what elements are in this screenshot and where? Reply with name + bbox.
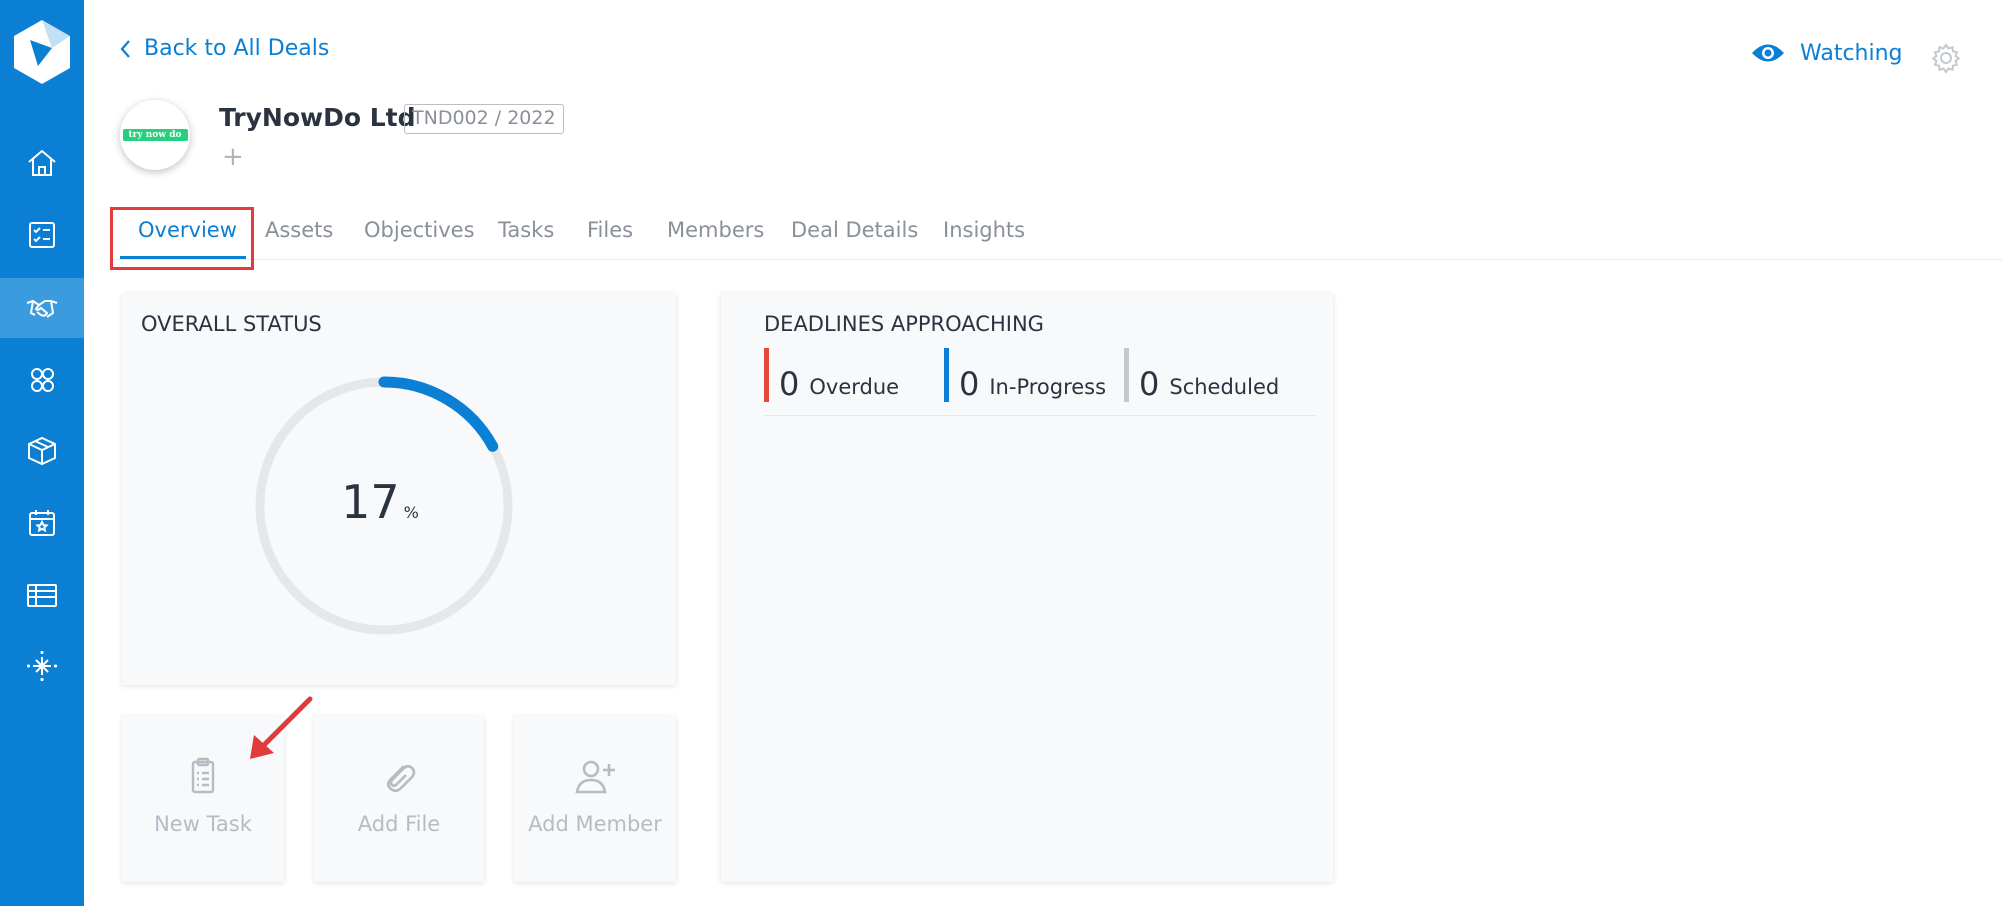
checklist-icon (29, 222, 55, 248)
in-progress-count: 0 (959, 365, 980, 403)
box-icon (28, 436, 56, 466)
add-member-button[interactable]: Add Member (514, 716, 676, 882)
watching-label: Watching (1800, 40, 1903, 66)
deal-code-badge: TND002 / 2022 (404, 104, 564, 134)
back-to-deals-link[interactable]: Back to All Deals (118, 36, 329, 61)
watching-toggle[interactable]: Watching (1750, 40, 1903, 66)
tab-files[interactable]: Files (587, 218, 633, 242)
overdue-color-bar (764, 348, 769, 402)
paperclip-icon (386, 764, 416, 793)
sidebar (0, 0, 84, 906)
sidebar-item-calendar[interactable] (0, 493, 84, 553)
add-member-label: Add Member (528, 812, 662, 836)
table-icon (27, 584, 57, 607)
annotation-arrow-icon (250, 696, 313, 759)
sidebar-item-home[interactable] (0, 133, 84, 193)
sidebar-item-assets[interactable] (0, 421, 84, 481)
tab-tasks[interactable]: Tasks (498, 218, 554, 242)
new-task-label: New Task (154, 812, 252, 836)
status-value: 17 (341, 475, 400, 529)
app-logo-icon[interactable] (8, 18, 76, 86)
overall-status-title: OVERALL STATUS (141, 312, 322, 336)
gear-icon[interactable] (1930, 42, 1962, 74)
sidebar-item-table[interactable] (0, 565, 84, 625)
sidebar-item-contacts[interactable] (0, 350, 84, 410)
in-progress-label: In-Progress (989, 375, 1107, 399)
scheduled-label: Scheduled (1169, 375, 1280, 399)
sparkle-grid-icon (27, 651, 57, 681)
status-unit: % (403, 503, 419, 522)
sidebar-item-insights[interactable] (0, 636, 84, 696)
scheduled-color-bar (1124, 348, 1129, 402)
deadline-overdue[interactable]: 0 Overdue (764, 348, 899, 402)
tab-assets[interactable]: Assets (265, 218, 333, 242)
calendar-star-icon (29, 510, 55, 536)
contacts-icon (31, 368, 54, 392)
in-progress-color-bar (944, 348, 949, 402)
add-user-icon (575, 760, 615, 794)
company-name: TryNowDo Ltd (219, 103, 416, 132)
back-link-label: Back to All Deals (144, 36, 330, 61)
tab-insights[interactable]: Insights (943, 218, 1025, 242)
add-file-button[interactable]: Add File (314, 716, 484, 882)
deadline-scheduled[interactable]: 0 Scheduled (1124, 348, 1279, 402)
status-percentage: 17% (300, 475, 460, 529)
sidebar-item-deals[interactable] (0, 278, 84, 338)
annotation-highlight-box (110, 207, 254, 270)
chevron-left-icon (120, 39, 130, 58)
deadlines-title: DEADLINES APPROACHING (764, 312, 1044, 336)
overdue-label: Overdue (809, 375, 900, 399)
eye-icon (1752, 44, 1784, 62)
company-logo-text: try now do (122, 129, 188, 141)
add-file-label: Add File (357, 812, 441, 836)
handshake-icon (26, 299, 58, 318)
home-icon (28, 149, 56, 176)
sidebar-item-tasks[interactable] (0, 205, 84, 265)
tab-members[interactable]: Members (667, 218, 764, 242)
overdue-count: 0 (779, 365, 800, 403)
deadline-in-progress[interactable]: 0 In-Progress (944, 348, 1106, 402)
company-logo: try now do (120, 100, 190, 170)
scheduled-count: 0 (1139, 365, 1160, 403)
tab-objectives[interactable]: Objectives (364, 218, 475, 242)
add-tag-button[interactable]: + (222, 144, 244, 170)
deadlines-divider (764, 415, 1316, 416)
tab-deal-details[interactable]: Deal Details (791, 218, 918, 242)
clipboard-icon (191, 757, 215, 794)
